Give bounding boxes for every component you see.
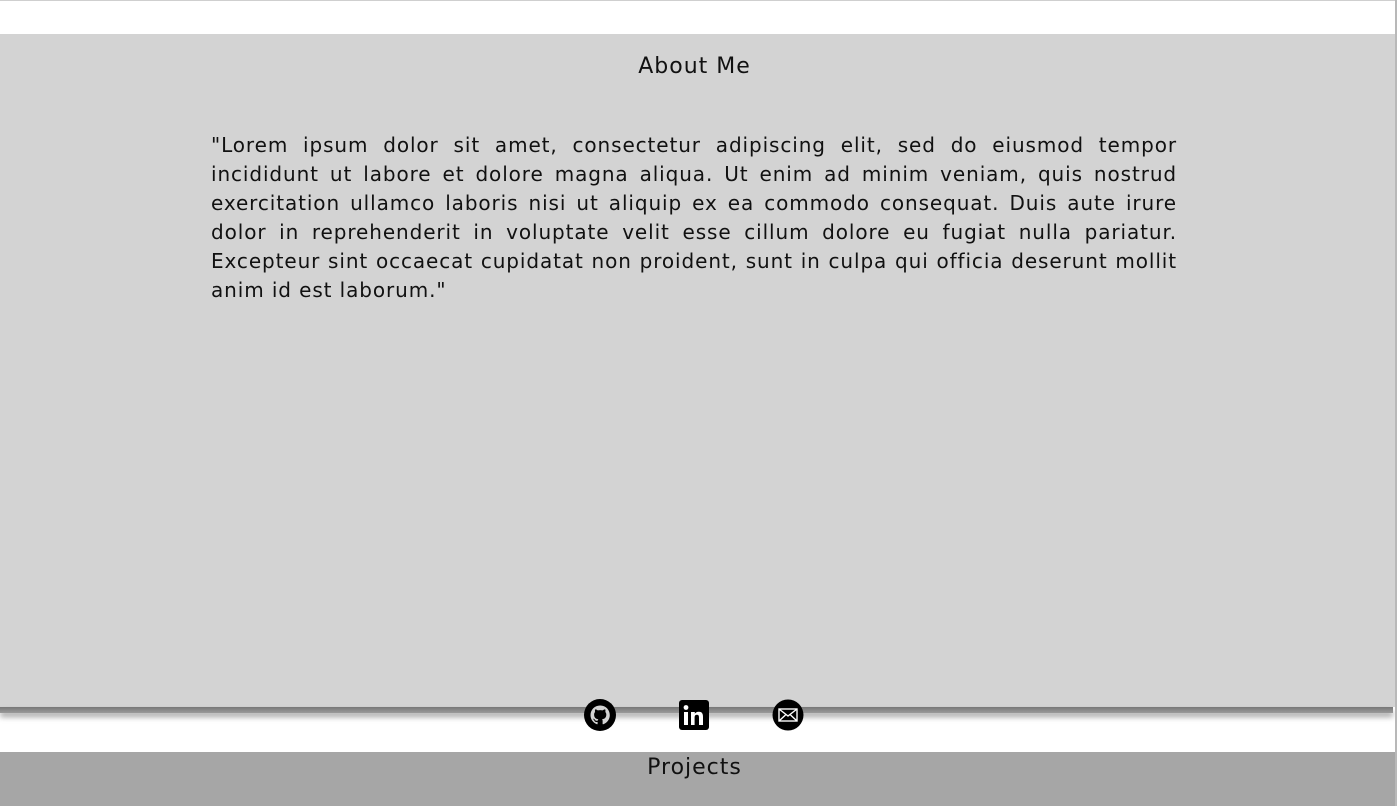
top-bar xyxy=(0,0,1397,34)
projects-section: Projects xyxy=(0,752,1395,806)
projects-title: Projects xyxy=(647,755,742,780)
about-text: "Lorem ipsum dolor sit amet, consectetur… xyxy=(211,133,1177,302)
page: About Me "Lorem ipsum dolor sit amet, co… xyxy=(0,0,1397,806)
github-link[interactable] xyxy=(584,699,616,731)
about-section: About Me "Lorem ipsum dolor sit amet, co… xyxy=(0,34,1395,707)
linkedin-icon xyxy=(679,700,709,730)
about-title: About Me xyxy=(638,54,751,79)
github-icon xyxy=(584,699,616,731)
linkedin-link[interactable] xyxy=(678,699,710,731)
email-icon xyxy=(772,699,804,731)
email-link[interactable] xyxy=(772,699,804,731)
